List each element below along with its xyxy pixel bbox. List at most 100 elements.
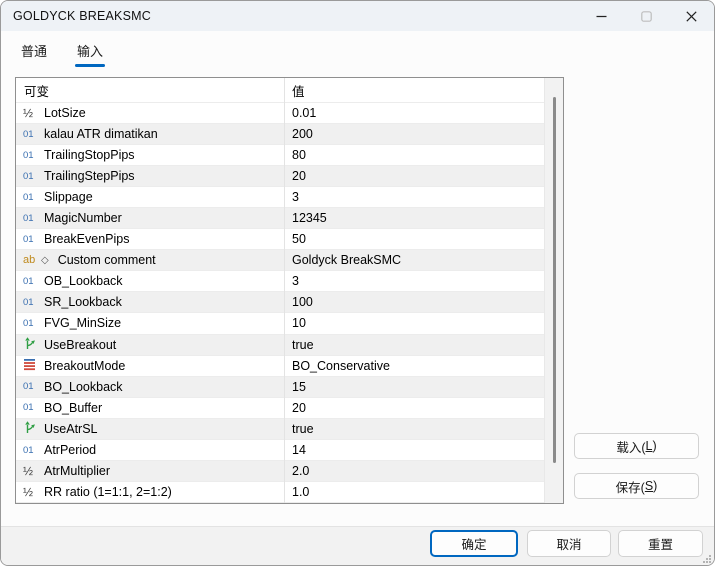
cancel-button[interactable]: 取消 [527, 530, 611, 557]
param-name: SR_Lookback [44, 295, 122, 309]
param-value[interactable]: true [284, 419, 544, 439]
integer-type-icon: 01 [23, 445, 39, 456]
integer-type-icon: 01 [23, 276, 39, 287]
param-name: AtrPeriod [44, 443, 96, 457]
integer-type-icon: 01 [23, 213, 39, 224]
table-row[interactable]: ½ 01 ab kalau ATR dimatikan 200 [16, 124, 544, 145]
bottom-bar: 确定 取消 重置 [1, 526, 714, 565]
table-row[interactable]: ½ 01 ab TrailingStepPips 20 [16, 166, 544, 187]
scrollbar-thumb[interactable] [553, 97, 556, 463]
tab-common[interactable]: 普通 [15, 39, 53, 64]
param-value[interactable]: 2.0 [284, 461, 544, 481]
table-row[interactable]: ½ 01 ab SR_Lookback 100 [16, 292, 544, 313]
table-row[interactable]: ½ 01 ab Slippage 3 [16, 187, 544, 208]
param-value[interactable]: 1.0 [284, 482, 544, 502]
table-row[interactable]: ½ 01 ab BreakoutMode BO_Conservative [16, 356, 544, 377]
table-row[interactable]: ½ 01 ab LotSize 0.01 [16, 103, 544, 124]
param-value[interactable]: 14 [284, 440, 544, 460]
param-value[interactable]: 20 [284, 166, 544, 186]
table-row[interactable]: ½ 01 ab TrailingStopPips 80 [16, 145, 544, 166]
close-button[interactable] [669, 1, 714, 31]
param-value[interactable]: true [284, 335, 544, 355]
save-button[interactable]: 保存(S) [574, 473, 699, 499]
param-value[interactable]: 100 [284, 292, 544, 312]
minimize-icon [596, 11, 607, 22]
save-accesskey: S [645, 479, 653, 493]
table-row[interactable]: ½ 01 ab MagicNumber 12345 [16, 208, 544, 229]
param-value[interactable]: 3 [284, 187, 544, 207]
dialog-window: GOLDYCK BREAKSMC 普通 输入 可变 值 [0, 0, 715, 566]
param-name: MagicNumber [44, 211, 122, 225]
param-value[interactable]: 80 [284, 145, 544, 165]
integer-type-icon: 01 [23, 402, 39, 413]
param-name: BreakEvenPips [44, 232, 129, 246]
param-value[interactable]: 12345 [284, 208, 544, 228]
table-header: 可变 值 [16, 78, 544, 103]
table-row[interactable]: ½ 01 ab FVG_MinSize 10 [16, 313, 544, 334]
double-type-icon: ½ [23, 107, 39, 119]
load-label: 载入( [616, 437, 645, 456]
load-button[interactable]: 载入(L) [574, 433, 699, 459]
param-name: BreakoutMode [44, 359, 125, 373]
tab-inputs[interactable]: 输入 [71, 39, 109, 64]
double-type-icon: ½ [23, 465, 39, 477]
column-header-variable[interactable]: 可变 [16, 78, 284, 102]
param-name: kalau ATR dimatikan [44, 127, 158, 141]
param-value[interactable]: Goldyck BreakSMC [284, 250, 544, 270]
table-row[interactable]: ½ 01 ab RR ratio (1=1:1, 2=1:2) 1.0 [16, 482, 544, 503]
save-label: 保存( [616, 477, 645, 496]
param-value[interactable]: 10 [284, 313, 544, 333]
integer-type-icon: 01 [23, 150, 39, 161]
integer-type-icon: 01 [23, 129, 39, 140]
bool-type-icon [23, 336, 39, 353]
param-value[interactable]: 3 [284, 271, 544, 291]
param-name: LotSize [44, 106, 86, 120]
column-header-value[interactable]: 值 [284, 78, 544, 102]
vertical-scrollbar[interactable] [544, 78, 563, 503]
table-row[interactable]: ½ 01 ab BO_Buffer 20 [16, 398, 544, 419]
window-controls [579, 1, 714, 31]
save-label-suffix: ) [653, 479, 657, 493]
param-name: OB_Lookback [44, 274, 123, 288]
integer-type-icon: 01 [23, 234, 39, 245]
param-value[interactable]: BO_Conservative [284, 356, 544, 376]
table-row[interactable]: ½ 01 ab UseBreakout true [16, 335, 544, 356]
parameters-table: 可变 值 ½ 01 ab LotSize 0.01 [15, 77, 564, 504]
integer-type-icon: 01 [23, 171, 39, 182]
table-row[interactable]: ½ 01 ab AtrMultiplier 2.0 [16, 461, 544, 482]
bool-type-icon [23, 420, 39, 437]
param-name: UseBreakout [44, 338, 116, 352]
table-row[interactable]: ½ 01 ab AtrPeriod 14 [16, 440, 544, 461]
param-name: BO_Buffer [44, 401, 102, 415]
param-value[interactable]: 0.01 [284, 103, 544, 123]
table-row[interactable]: ½ 01 ab BO_Lookback 15 [16, 377, 544, 398]
load-label-suffix: ) [652, 439, 656, 453]
resize-grip[interactable] [701, 553, 711, 563]
param-value[interactable]: 20 [284, 398, 544, 418]
enum-type-icon [23, 357, 39, 374]
table-row[interactable]: ½ 01 ab UseAtrSL true [16, 419, 544, 440]
reset-button[interactable]: 重置 [618, 530, 703, 557]
param-name: AtrMultiplier [44, 464, 110, 478]
param-name: BO_Lookback [44, 380, 123, 394]
title-bar[interactable]: GOLDYCK BREAKSMC [1, 1, 714, 31]
comment-marker: ◇ [41, 255, 49, 266]
param-value[interactable]: 200 [284, 124, 544, 144]
param-value[interactable]: 15 [284, 377, 544, 397]
table-row[interactable]: ½ 01 ab BreakEvenPips 50 [16, 229, 544, 250]
table-row[interactable]: ½ 01 ab OB_Lookback 3 [16, 271, 544, 292]
param-name: FVG_MinSize [44, 316, 121, 330]
param-name: UseAtrSL [44, 422, 98, 436]
param-value[interactable]: 50 [284, 229, 544, 249]
double-type-icon: ½ [23, 486, 39, 498]
param-name: Slippage [44, 190, 93, 204]
ok-button[interactable]: 确定 [430, 530, 518, 557]
minimize-button[interactable] [579, 1, 624, 31]
window-title: GOLDYCK BREAKSMC [1, 9, 151, 23]
integer-type-icon: 01 [23, 192, 39, 203]
param-name: TrailingStopPips [44, 148, 135, 162]
table-row[interactable]: ½ 01 ab ◇ Custom comment Goldyck BreakSM… [16, 250, 544, 271]
column-divider[interactable] [284, 78, 285, 503]
maximize-icon [641, 11, 652, 22]
string-type-icon: ab [23, 255, 39, 266]
